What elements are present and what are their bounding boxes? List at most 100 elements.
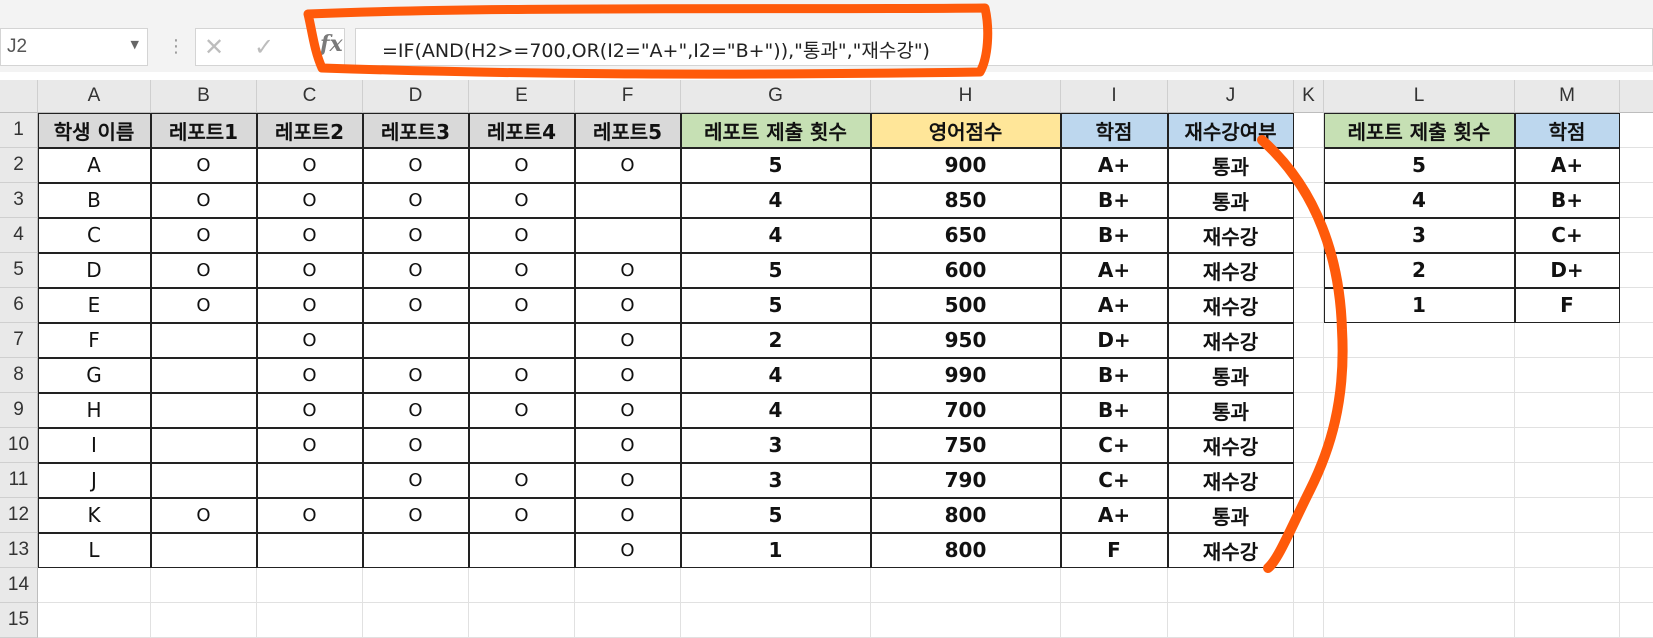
grid-cell[interactable] (469, 603, 575, 638)
table-cell[interactable] (468, 427, 575, 463)
grid-cell[interactable] (363, 603, 469, 638)
grid-cell[interactable] (1324, 603, 1515, 638)
table-cell[interactable]: O (574, 462, 681, 498)
table-cell[interactable]: 500 (870, 287, 1061, 323)
table-cell[interactable]: 3 (680, 462, 871, 498)
column-header-b[interactable]: B (151, 80, 257, 113)
lookup-cell[interactable]: 1 (1323, 287, 1515, 323)
grid-cell[interactable] (1620, 323, 1653, 358)
table-cell[interactable]: O (574, 252, 681, 288)
grid-cell[interactable] (257, 568, 363, 603)
table-cell[interactable]: B (37, 182, 151, 218)
grid-cell[interactable] (575, 603, 681, 638)
table-cell[interactable]: A+ (1060, 252, 1168, 288)
table-cell[interactable]: O (574, 532, 681, 568)
table-cell[interactable]: 5 (680, 287, 871, 323)
table-cell[interactable]: C (37, 217, 151, 253)
table-cell[interactable]: D+ (1060, 322, 1168, 358)
table-cell[interactable]: O (256, 357, 363, 393)
table-cell[interactable]: A+ (1060, 287, 1168, 323)
lookup-cell[interactable]: A+ (1514, 147, 1620, 183)
table-cell[interactable]: O (574, 392, 681, 428)
grid-cell[interactable] (1294, 463, 1324, 498)
table-cell[interactable]: J (37, 462, 151, 498)
lookup-cell[interactable]: 4 (1323, 182, 1515, 218)
table-cell[interactable]: 850 (870, 182, 1061, 218)
cancel-icon[interactable]: ✕ (204, 33, 224, 61)
column-header-e[interactable]: E (469, 80, 575, 113)
table-header[interactable]: 재수강여부 (1167, 112, 1294, 148)
table-cell[interactable]: F (37, 322, 151, 358)
grid-cell[interactable] (1620, 393, 1653, 428)
table-header[interactable]: 학점 (1060, 112, 1168, 148)
column-header-a[interactable]: A (38, 80, 151, 113)
table-cell[interactable]: O (256, 427, 363, 463)
row-header-6[interactable]: 6 (0, 288, 38, 323)
grid-cell[interactable] (1515, 498, 1620, 533)
column-header-i[interactable]: I (1061, 80, 1168, 113)
table-cell[interactable]: 재수강 (1167, 462, 1294, 498)
lookup-cell[interactable]: D+ (1514, 252, 1620, 288)
grid-cell[interactable] (871, 603, 1061, 638)
grid-cell[interactable] (1168, 568, 1294, 603)
column-header-m[interactable]: M (1515, 80, 1620, 113)
grid-cell[interactable] (38, 603, 151, 638)
grid-cell[interactable] (1294, 568, 1324, 603)
grid-cell[interactable] (469, 568, 575, 603)
table-cell[interactable]: O (362, 392, 469, 428)
table-cell[interactable]: O (574, 427, 681, 463)
grid-cell[interactable] (1294, 603, 1324, 638)
table-cell[interactable]: 4 (680, 217, 871, 253)
table-cell[interactable]: O (362, 497, 469, 533)
table-cell[interactable]: A+ (1060, 147, 1168, 183)
table-cell[interactable]: B+ (1060, 182, 1168, 218)
table-cell[interactable]: C+ (1060, 462, 1168, 498)
table-cell[interactable]: O (468, 182, 575, 218)
grid-cell[interactable] (1620, 428, 1653, 463)
grid-cell[interactable] (1620, 533, 1653, 568)
table-cell[interactable]: H (37, 392, 151, 428)
table-cell[interactable] (574, 217, 681, 253)
table-header[interactable]: 레포트 제출 횟수 (680, 112, 871, 148)
row-header-10[interactable]: 10 (0, 428, 38, 463)
table-cell[interactable] (150, 357, 257, 393)
table-cell[interactable]: O (256, 497, 363, 533)
grid-cell[interactable] (1294, 358, 1324, 393)
lookup-cell[interactable]: C+ (1514, 217, 1620, 253)
row-header-5[interactable]: 5 (0, 253, 38, 288)
row-header-9[interactable]: 9 (0, 393, 38, 428)
table-cell[interactable]: O (150, 252, 257, 288)
table-header[interactable]: 레포트4 (468, 112, 575, 148)
select-all-corner[interactable] (0, 80, 38, 113)
grid-cell[interactable] (1515, 428, 1620, 463)
table-cell[interactable]: B+ (1060, 357, 1168, 393)
column-header-d[interactable]: D (363, 80, 469, 113)
table-cell[interactable]: A (37, 147, 151, 183)
table-cell[interactable]: D (37, 252, 151, 288)
table-cell[interactable]: 2 (680, 322, 871, 358)
table-cell[interactable]: 4 (680, 182, 871, 218)
column-header-l[interactable]: L (1324, 80, 1515, 113)
row-header-13[interactable]: 13 (0, 533, 38, 568)
table-cell[interactable]: O (256, 182, 363, 218)
grid-cell[interactable] (1620, 148, 1653, 183)
row-header-15[interactable]: 15 (0, 603, 38, 638)
grid-cell[interactable] (363, 568, 469, 603)
grid-cell[interactable] (1324, 568, 1515, 603)
table-cell[interactable]: O (256, 287, 363, 323)
table-cell[interactable]: 재수강 (1167, 427, 1294, 463)
grid-cell[interactable] (1294, 253, 1324, 288)
grid-cell[interactable] (1515, 568, 1620, 603)
lookup-cell[interactable]: 5 (1323, 147, 1515, 183)
table-cell[interactable] (150, 532, 257, 568)
table-cell[interactable]: O (150, 147, 257, 183)
grid-cell[interactable] (151, 568, 257, 603)
grid-cell[interactable] (1294, 498, 1324, 533)
table-cell[interactable]: O (574, 287, 681, 323)
table-header[interactable]: 영어점수 (870, 112, 1061, 148)
row-header-2[interactable]: 2 (0, 148, 38, 183)
table-cell[interactable]: 통과 (1167, 182, 1294, 218)
table-cell[interactable] (468, 532, 575, 568)
grid-cell[interactable] (681, 603, 871, 638)
grid-cell[interactable] (1294, 183, 1324, 218)
